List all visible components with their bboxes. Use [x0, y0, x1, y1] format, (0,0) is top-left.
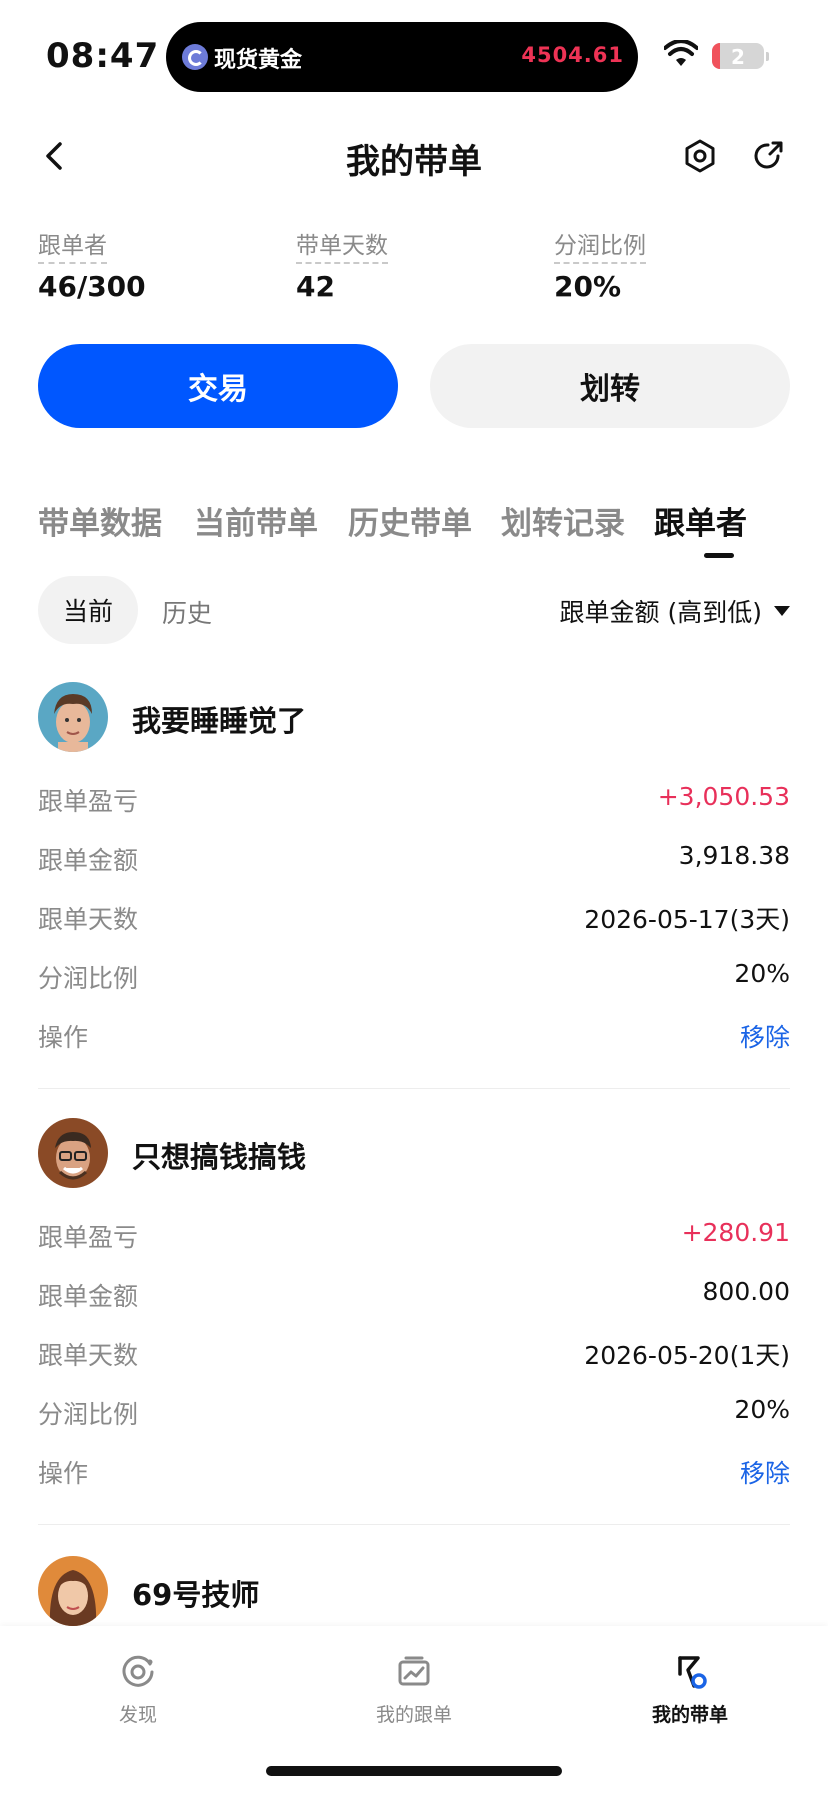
- stat-followers: 跟单者 46/300: [38, 226, 278, 303]
- home-indicator[interactable]: [266, 1766, 562, 1776]
- battery-level: 2: [731, 45, 745, 69]
- battery-icon: 2: [712, 43, 764, 69]
- row-value: 3,918.38: [678, 841, 790, 870]
- row-label: 分润比例: [38, 1400, 139, 1429]
- stat-value: 20%: [554, 270, 622, 303]
- trade-button[interactable]: 交易: [38, 344, 398, 428]
- bottom-nav-label: 我的跟单: [375, 1704, 452, 1726]
- share-arrow-icon[interactable]: [748, 136, 788, 176]
- tab-transfer-records[interactable]: 划转记录: [501, 498, 625, 543]
- stat-profit-share: 分润比例 20%: [554, 226, 794, 303]
- row-pnl: 跟单盈亏 +280.91: [38, 1218, 790, 1258]
- remove-button[interactable]: 移除: [740, 1018, 790, 1054]
- row-label: 跟单天数: [38, 905, 139, 934]
- battery-tip: [766, 52, 769, 61]
- row-label: 跟单盈亏: [38, 787, 139, 816]
- chart-box-icon: [398, 1656, 430, 1686]
- bottom-nav-label: 发现: [118, 1704, 157, 1726]
- row-value: 20%: [734, 1395, 790, 1424]
- live-activity-label: 现货黄金: [214, 48, 303, 73]
- row-label: 跟单金额: [38, 1282, 139, 1311]
- follower-card: 69号技师: [38, 1556, 790, 1626]
- row-action: 操作 移除: [38, 1018, 790, 1058]
- sort-label: 跟单金额 (高到低): [559, 598, 762, 627]
- discover-icon: [122, 1655, 154, 1687]
- row-label: 跟单金额: [38, 846, 139, 875]
- row-action: 操作 移除: [38, 1454, 790, 1494]
- follower-card: 只想搞钱搞钱 跟单盈亏 +280.91 跟单金额 800.00 跟单天数 202…: [38, 1118, 790, 1528]
- tab-bar: 带单数据 当前带单 历史带单 划转记录 跟单者: [38, 490, 828, 560]
- gold-app-logo-icon: [182, 44, 208, 70]
- remove-button[interactable]: 移除: [740, 1454, 790, 1490]
- follower-name: 69号技师: [132, 1578, 260, 1612]
- row-profit-share: 分润比例 20%: [38, 1395, 790, 1435]
- divider: [38, 1524, 790, 1525]
- active-tab-indicator: [704, 553, 734, 558]
- bottom-nav-my-copy[interactable]: 我的跟单: [334, 1654, 494, 1727]
- row-label: 分润比例: [38, 964, 139, 993]
- sort-dropdown[interactable]: 跟单金额 (高到低): [560, 593, 790, 629]
- row-value: +3,050.53: [657, 782, 790, 811]
- avatar: [38, 1556, 108, 1626]
- filter-bar: 当前 历史 跟单金额 (高到低): [38, 576, 790, 644]
- follower-name: 我要睡睡觉了: [132, 704, 307, 738]
- avatar: [38, 1118, 108, 1188]
- row-value: 800.00: [702, 1277, 790, 1306]
- row-label: 跟单盈亏: [38, 1223, 139, 1252]
- row-label: 跟单天数: [38, 1341, 139, 1370]
- bottom-nav-my-lead[interactable]: 我的带单: [610, 1654, 770, 1727]
- stat-value: 42: [296, 270, 335, 303]
- row-profit-share: 分润比例 20%: [38, 959, 790, 999]
- status-bar: 08:47 现货黄金 4504.61 2: [0, 0, 828, 100]
- stat-label[interactable]: 跟单者: [38, 226, 107, 264]
- tab-current-orders[interactable]: 当前带单: [194, 498, 318, 543]
- bottom-nav-label: 我的带单: [651, 1704, 728, 1726]
- row-amount: 跟单金额 800.00: [38, 1277, 790, 1317]
- avatar: [38, 682, 108, 752]
- divider: [38, 1088, 790, 1089]
- transfer-button[interactable]: 划转: [430, 344, 790, 428]
- stat-value: 46/300: [38, 270, 146, 303]
- row-value: 2026-05-20(1天): [584, 1341, 790, 1370]
- filter-current[interactable]: 当前: [38, 576, 138, 644]
- tab-copy-data[interactable]: 带单数据: [38, 498, 162, 543]
- row-amount: 跟单金额 3,918.38: [38, 841, 790, 881]
- row-label: 操作: [38, 1023, 89, 1052]
- live-activity[interactable]: 现货黄金 4504.61: [166, 22, 638, 92]
- leader-stats: 跟单者 46/300 带单天数 42 分润比例 20%: [38, 226, 798, 306]
- flag-person-icon: [678, 1656, 707, 1689]
- row-days: 跟单天数 2026-05-17(3天): [38, 900, 790, 940]
- follower-card: 我要睡睡觉了 跟单盈亏 +3,050.53 跟单金额 3,918.38 跟单天数…: [38, 682, 790, 1092]
- row-value: 20%: [734, 959, 790, 988]
- stat-days: 带单天数 42: [296, 226, 536, 303]
- nav-bar: 我的带单: [0, 120, 828, 192]
- tab-history-orders[interactable]: 历史带单: [348, 498, 472, 543]
- row-days: 跟单天数 2026-05-20(1天): [38, 1336, 790, 1376]
- hex-gear-icon[interactable]: [680, 136, 720, 176]
- filter-history[interactable]: 历史: [162, 594, 212, 630]
- live-activity-price: 4504.61: [521, 43, 624, 67]
- status-time: 08:47: [46, 36, 160, 76]
- row-label: 操作: [38, 1459, 89, 1488]
- wifi-icon: [664, 40, 698, 66]
- row-value: +280.91: [681, 1218, 790, 1247]
- stat-label[interactable]: 分润比例: [554, 226, 646, 264]
- tab-followers[interactable]: 跟单者: [654, 498, 747, 543]
- follower-name: 只想搞钱搞钱: [132, 1140, 307, 1174]
- caret-down-icon: [774, 606, 790, 616]
- stat-label[interactable]: 带单天数: [296, 226, 388, 264]
- bottom-nav-discover[interactable]: 发现: [58, 1654, 218, 1727]
- row-pnl: 跟单盈亏 +3,050.53: [38, 782, 790, 822]
- row-value: 2026-05-17(3天): [584, 905, 790, 934]
